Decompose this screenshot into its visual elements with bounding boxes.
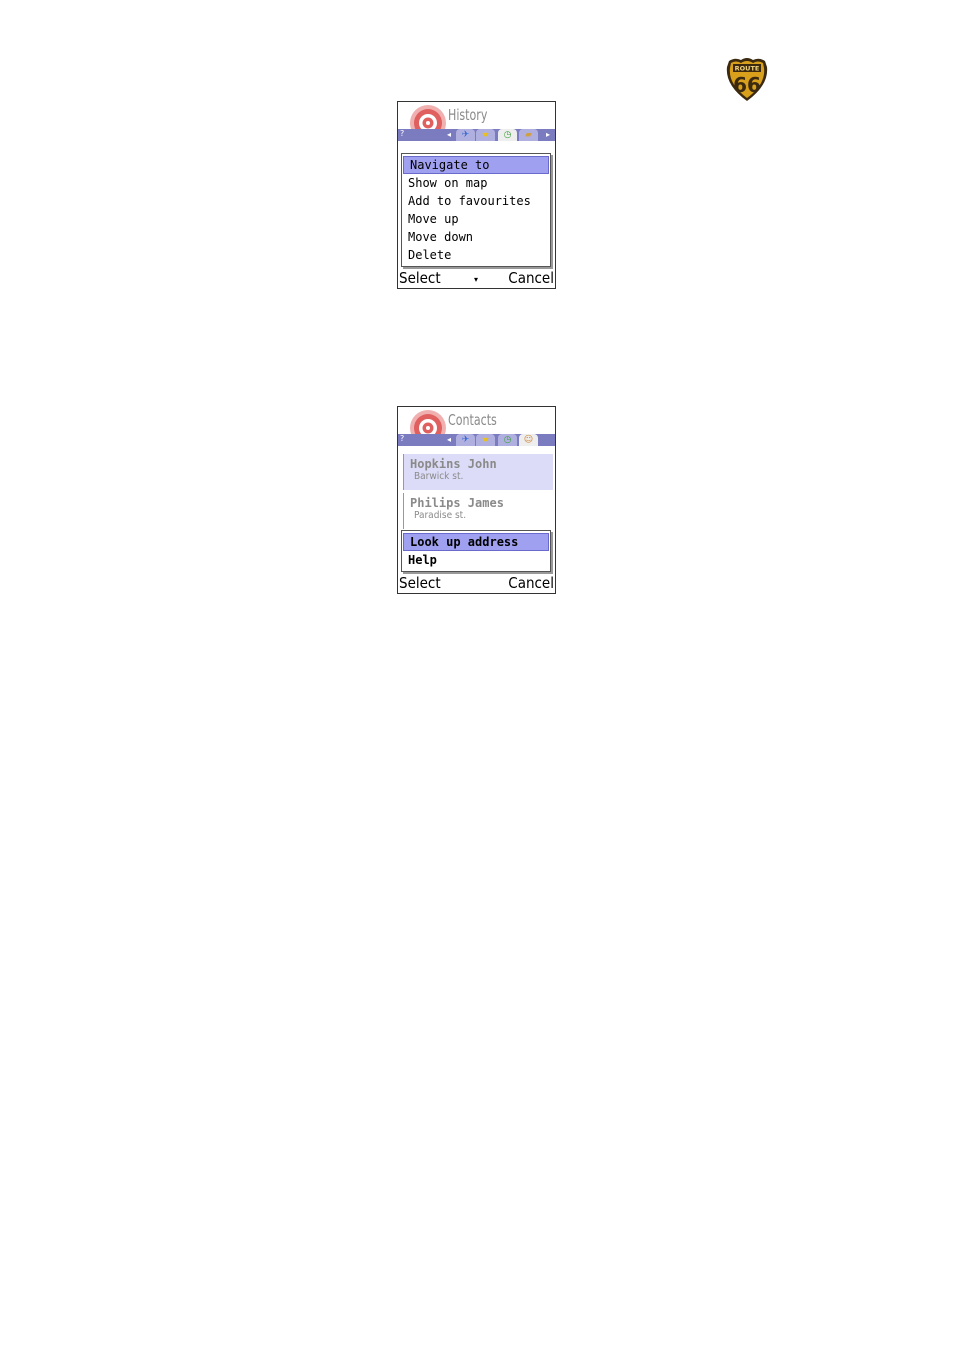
tab-strip: ? ◂ ✈ ★ ◷ ▰ ▸	[398, 129, 555, 141]
page-title: History	[448, 106, 488, 124]
menu-item-move-up[interactable]: Move up	[402, 210, 550, 228]
menu-item-delete[interactable]: Delete	[402, 246, 550, 264]
help-icon[interactable]: ?	[400, 434, 404, 443]
tab-satellite[interactable]: ✈	[456, 434, 475, 446]
menu-item-help[interactable]: Help	[402, 551, 550, 569]
clock-icon: ◷	[503, 435, 512, 445]
tab-contacts[interactable]: ▰	[519, 129, 538, 141]
help-icon[interactable]: ?	[400, 129, 404, 138]
softkey-bar: Select ▾ Cancel	[398, 266, 555, 288]
options-menu: Look up address Help	[401, 530, 551, 572]
tab-strip: ? ◂ ✈ ★ ◷ ☺	[398, 434, 555, 446]
star-icon: ★	[481, 130, 490, 140]
route-66-shield-icon: ROUTE 66	[726, 58, 768, 101]
folder-icon: ▰	[525, 130, 532, 140]
history-screen: History ? ◂ ✈ ★ ◷ ▰ ▸ Navigate to Show o…	[397, 101, 556, 289]
menu-item-look-up-address[interactable]: Look up address	[403, 533, 549, 551]
contact-list-item[interactable]: Philips James Paradise st.	[403, 493, 553, 529]
tab-favourites[interactable]: ★	[476, 129, 495, 141]
contact-name: Hopkins John	[410, 457, 497, 471]
screen-header: History ? ◂ ✈ ★ ◷ ▰ ▸	[398, 102, 555, 142]
page-title: Contacts	[448, 411, 497, 429]
select-softkey[interactable]: Select	[399, 574, 441, 592]
clock-icon: ◷	[503, 130, 512, 140]
satellite-icon: ✈	[461, 130, 470, 140]
menu-item-add-to-favourites[interactable]: Add to favourites	[402, 192, 550, 210]
person-icon: ☺	[523, 435, 534, 445]
menu-item-show-on-map[interactable]: Show on map	[402, 174, 550, 192]
contact-name: Philips James	[410, 496, 504, 510]
cancel-softkey[interactable]: Cancel	[508, 269, 554, 287]
select-softkey[interactable]: Select	[399, 269, 441, 287]
tab-left-arrow-icon[interactable]: ◂	[447, 129, 451, 141]
contact-list-item[interactable]: Hopkins John Barwick st.	[403, 454, 553, 490]
tab-contacts[interactable]: ☺	[519, 434, 538, 446]
contact-address: Barwick st.	[414, 471, 464, 482]
tab-right-arrow-icon[interactable]: ▸	[546, 129, 550, 141]
star-icon: ★	[481, 435, 490, 445]
softkey-bar: Select Cancel	[398, 571, 555, 593]
tab-left-arrow-icon[interactable]: ◂	[447, 434, 451, 446]
contacts-screen: Contacts ? ◂ ✈ ★ ◷ ☺ Hopkins John Barwic…	[397, 406, 556, 594]
contact-address: Paradise st.	[414, 510, 467, 521]
options-menu: Navigate to Show on map Add to favourite…	[401, 153, 551, 267]
route-66-logo: ROUTE 66	[723, 55, 771, 103]
tab-history[interactable]: ◷	[498, 434, 517, 446]
tab-satellite[interactable]: ✈	[456, 129, 475, 141]
scroll-down-icon: ▾	[474, 275, 479, 284]
tab-favourites[interactable]: ★	[476, 434, 495, 446]
cancel-softkey[interactable]: Cancel	[508, 574, 554, 592]
svg-text:ROUTE: ROUTE	[735, 65, 760, 73]
tab-history[interactable]: ◷	[498, 129, 517, 141]
menu-item-navigate-to[interactable]: Navigate to	[403, 156, 549, 174]
menu-item-move-down[interactable]: Move down	[402, 228, 550, 246]
satellite-icon: ✈	[461, 435, 470, 445]
screen-header: Contacts ? ◂ ✈ ★ ◷ ☺	[398, 407, 555, 447]
logo-number: 66	[733, 73, 761, 97]
